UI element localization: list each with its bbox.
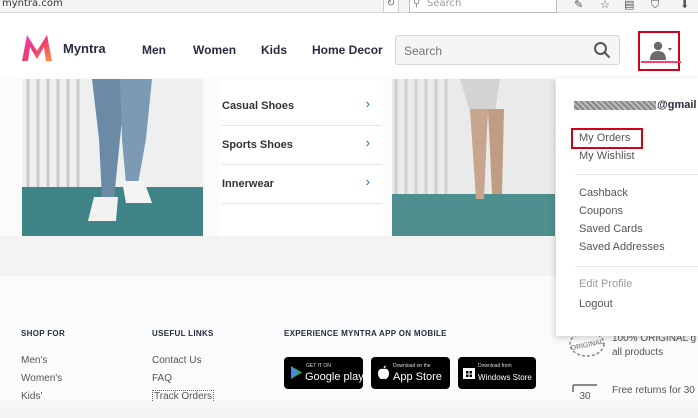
bookmark-star-icon[interactable]: ☆: [600, 0, 610, 11]
returns-text: Free returns for 30: [612, 385, 695, 396]
menu-saved-addresses[interactable]: Saved Addresses: [579, 241, 665, 253]
browser-search-field[interactable]: ⚲ Search: [409, 0, 557, 13]
google-play-small: GET IT ON: [306, 363, 331, 369]
original-seal-text: ORIGINAL: [570, 339, 604, 353]
category-label: Casual Shoes: [222, 100, 295, 112]
profile-dropdown: @gmail My Orders My Wishlist Cashback Co…: [556, 78, 698, 336]
footer-useful-links-heading: USEFUL LINKS: [152, 329, 214, 338]
app-store-label: App Store: [393, 371, 442, 383]
women-footwear-photo[interactable]: [392, 79, 555, 236]
footer-app-heading: EXPERIENCE MYNTRA APP ON MOBILE: [284, 329, 447, 338]
extension-icon[interactable]: ✎: [574, 0, 583, 11]
google-play-label: Google play: [305, 371, 364, 383]
chevron-right-icon: ›: [365, 135, 370, 150]
browser-toolbar: myntra.com ↻ ⚲ Search ✎ ☆ ▤ ⛉ ⬇: [0, 0, 698, 13]
original-text-line2: all products: [612, 347, 664, 358]
search-input[interactable]: [402, 40, 586, 62]
search-icon[interactable]: [593, 41, 611, 59]
my-orders-highlight: [571, 128, 643, 149]
reading-list-icon[interactable]: ▤: [624, 0, 634, 11]
google-play-button[interactable]: GET IT ON Google play: [284, 357, 364, 389]
pocket-icon[interactable]: ⛉: [651, 0, 659, 12]
google-play-icon: [291, 366, 302, 379]
category-casual-shoes[interactable]: Casual Shoes ›: [222, 87, 382, 126]
myntra-logo-icon[interactable]: [20, 33, 54, 63]
search-icon: ⚲: [413, 0, 421, 9]
menu-my-wishlist[interactable]: My Wishlist: [579, 150, 635, 162]
category-sports-shoes[interactable]: Sports Shoes ›: [222, 126, 382, 165]
chevron-right-icon: ›: [365, 96, 370, 111]
bottom-strip: [0, 401, 698, 418]
menu-divider: [575, 266, 698, 267]
menu-cashback[interactable]: Cashback: [579, 187, 628, 199]
nav-home-decor[interactable]: Home Decor: [312, 43, 383, 57]
windows-store-icon: [463, 368, 475, 379]
men-footwear-photo[interactable]: [22, 79, 203, 236]
brand-name[interactable]: Myntra: [63, 41, 106, 56]
windows-store-button[interactable]: Download from Windows Store: [458, 357, 536, 389]
profile-active-indicator: [641, 61, 681, 63]
profile-button[interactable]: [638, 31, 680, 71]
category-panel: Casual Shoes › Sports Shoes › Innerwear …: [220, 79, 383, 236]
user-icon: [650, 41, 672, 60]
site-header: Myntra Men Women Kids Home Decor: [0, 13, 698, 77]
nav-women[interactable]: Women: [193, 43, 236, 57]
nav-men[interactable]: Men: [142, 43, 166, 57]
menu-logout[interactable]: Logout: [579, 298, 613, 310]
menu-coupons[interactable]: Coupons: [579, 205, 623, 217]
footer-link-mens[interactable]: Men's: [21, 355, 47, 366]
windows-store-label: Windows Store: [478, 373, 532, 382]
download-icon[interactable]: ⬇: [680, 0, 689, 11]
app-store-button[interactable]: Download on the App Store: [371, 357, 450, 389]
nav-kids[interactable]: Kids: [261, 43, 287, 57]
menu-edit-profile[interactable]: Edit Profile: [579, 278, 632, 290]
footer-link-contact-us[interactable]: Contact Us: [152, 355, 201, 366]
footer-shop-for-heading: SHOP FOR: [21, 329, 66, 338]
app-store-small: Download on the: [393, 363, 431, 369]
chevron-right-icon: ›: [365, 174, 370, 189]
category-label: Innerwear: [222, 178, 274, 190]
reload-icon[interactable]: ↻: [383, 0, 399, 13]
menu-divider: [575, 174, 698, 175]
footer-link-womens[interactable]: Women's: [21, 373, 62, 384]
category-innerwear[interactable]: Innerwear ›: [222, 165, 382, 204]
footer-link-faq[interactable]: FAQ: [152, 373, 172, 384]
windows-store-small: Download from: [478, 363, 512, 369]
address-bar[interactable]: myntra.com: [2, 0, 63, 9]
masked-email: [574, 100, 656, 110]
menu-saved-cards[interactable]: Saved Cards: [579, 223, 643, 235]
category-label: Sports Shoes: [222, 139, 293, 151]
returns-icon: 30: [572, 384, 597, 401]
site-search: [395, 35, 620, 65]
browser-search-placeholder: Search: [427, 0, 462, 9]
returns-number: 30: [579, 391, 591, 401]
apple-icon: [378, 365, 389, 380]
account-email: @gmail: [574, 99, 696, 111]
